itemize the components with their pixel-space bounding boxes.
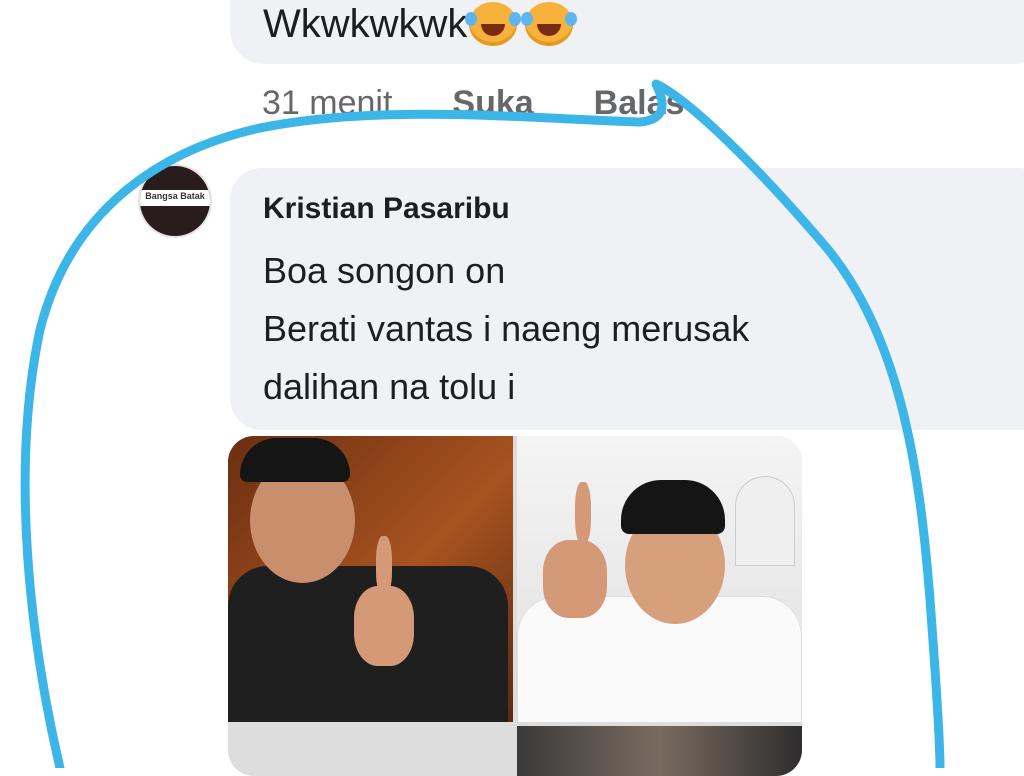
- like-button[interactable]: Suka: [452, 84, 533, 123]
- comment-line: Berati vantas i naeng merusak: [263, 308, 750, 349]
- avatar[interactable]: Bangsa Batak: [140, 166, 210, 236]
- photo-man-in-black-gesturing[interactable]: [228, 436, 513, 722]
- avatar-logo-text: Bangsa Batak: [145, 191, 205, 201]
- comment-actions: 31 menit Suka Balas: [262, 84, 684, 123]
- photo-bottom-right[interactable]: [517, 726, 802, 776]
- comment-timestamp: 31 menit: [262, 84, 393, 122]
- attached-photo-grid[interactable]: [228, 436, 802, 776]
- photo-bottom-left[interactable]: [228, 726, 513, 776]
- previous-comment-body: Wkwkwkwk: [263, 2, 468, 46]
- laughing-tears-emoji-icon: [465, 2, 522, 46]
- laughing-tears-emoji-icon: [521, 2, 578, 46]
- comment-author[interactable]: Kristian Pasaribu: [263, 192, 510, 226]
- previous-comment-text: Wkwkwkwk: [263, 2, 578, 46]
- comment-line: Boa songon on: [263, 250, 506, 291]
- comment-line: dalihan na tolu i: [263, 366, 516, 407]
- photo-man-in-white-gesturing[interactable]: [517, 436, 802, 722]
- reply-button[interactable]: Balas: [594, 84, 685, 123]
